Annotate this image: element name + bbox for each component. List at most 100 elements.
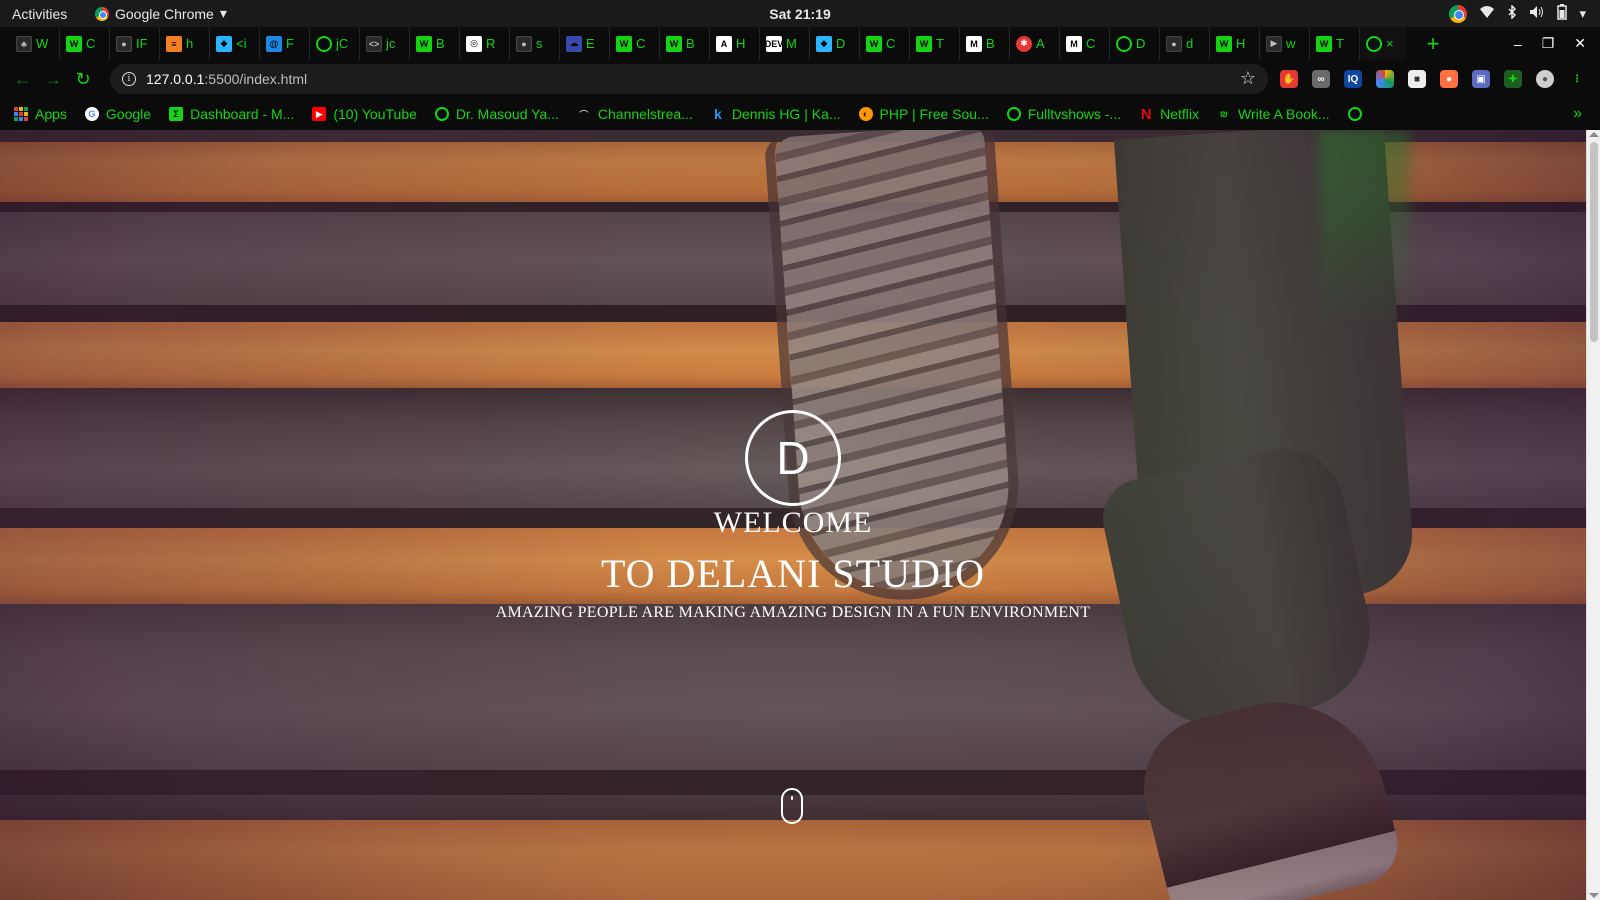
bookmark-apps[interactable]: Apps <box>14 106 67 122</box>
url-host: 127.0.0.1 <box>146 71 205 87</box>
tab-21[interactable]: MC <box>1060 27 1110 60</box>
bookmark-masoud[interactable]: Dr. Masoud Ya... <box>434 106 559 122</box>
tab-11[interactable]: ☁ E <box>560 27 610 60</box>
ring-icon <box>1006 107 1021 121</box>
dev-badge-icon: W <box>616 35 632 52</box>
activities-button[interactable]: Activities <box>0 6 95 22</box>
scroll-up-arrow-icon[interactable] <box>1589 132 1599 137</box>
tab-8[interactable]: WB <box>410 27 460 60</box>
bookmark-write-a-book[interactable]: ₪ Write A Book... <box>1217 106 1330 122</box>
tab-17[interactable]: WC <box>860 27 910 60</box>
tab-title: C <box>1086 36 1096 51</box>
tab-title: B <box>686 36 695 51</box>
book-icon: ₪ <box>1220 109 1228 119</box>
tab-1[interactable]: WC <box>60 27 110 60</box>
cube-extension-icon[interactable]: ■ <box>1408 70 1426 88</box>
leaf-icon: ♣ <box>16 35 32 52</box>
ring-icon <box>1366 35 1382 52</box>
close-tab-icon[interactable]: × <box>1386 36 1394 51</box>
avatar[interactable]: ● <box>1536 70 1554 88</box>
bookmark-netflix[interactable]: N Netflix <box>1139 106 1199 123</box>
tab-title: d <box>1186 36 1194 51</box>
system-menu-chevron-icon[interactable]: ▾ <box>1579 6 1586 22</box>
chrome-indicator-icon[interactable] <box>1449 4 1468 23</box>
iq-extension-icon[interactable]: IQ <box>1344 70 1362 88</box>
tab-24[interactable]: WH <box>1210 27 1260 60</box>
chevron-down-icon: ▾ <box>219 5 227 21</box>
ring-icon <box>1116 35 1132 52</box>
tab-5[interactable]: @ F <box>260 27 310 60</box>
scroll-down-mouse-icon[interactable] <box>781 788 803 824</box>
puzzle-extensions-icon[interactable]: ✚ <box>1504 70 1522 88</box>
address-bar[interactable]: i 127.0.0.1:5500/index.html ☆ <box>110 64 1268 94</box>
back-arrow-icon[interactable]: ← <box>8 69 38 90</box>
tab-23[interactable]: ● d <box>1160 27 1210 60</box>
studio-logo[interactable]: D <box>745 410 841 506</box>
adblock-extension-icon[interactable]: ✋ <box>1280 70 1298 88</box>
tab-0[interactable]: ♣ W <box>10 27 60 60</box>
tab-title: <i <box>236 36 247 51</box>
tab-10[interactable]: ● s <box>510 27 560 60</box>
tab-14[interactable]: AH <box>710 27 760 60</box>
bookmark-label: Fulltvshows -... <box>1027 106 1122 122</box>
page-scrollbar[interactable] <box>1586 130 1600 900</box>
system-clock[interactable]: Sat 21:19 <box>769 6 830 22</box>
minimize-icon[interactable]: – <box>1514 36 1522 52</box>
tab-20[interactable]: ✱ A <box>1010 27 1060 60</box>
bookmark-dennis[interactable]: k Dennis HG | Ka... <box>711 106 841 122</box>
tab-26[interactable]: WT <box>1310 27 1360 60</box>
bluetooth-icon[interactable] <box>1507 4 1517 22</box>
volume-icon[interactable] <box>1529 5 1545 22</box>
tab-active[interactable]: × <box>1360 27 1406 60</box>
bookmarks-overflow-button[interactable]: » <box>1573 105 1582 123</box>
medium-icon: M <box>966 35 982 52</box>
k-icon: k <box>713 106 722 122</box>
bookmark-dashboard[interactable]: Σ Dashboard - M... <box>169 106 294 122</box>
mirror-extension-icon[interactable]: ∞ <box>1312 70 1330 88</box>
pepper-extension-icon[interactable]: ● <box>1440 70 1458 88</box>
bookmark-extra[interactable] <box>1347 107 1362 121</box>
tab-7[interactable]: <> jc <box>360 27 410 60</box>
scroll-down-arrow-icon[interactable] <box>1589 893 1599 898</box>
tab-13[interactable]: WB <box>660 27 710 60</box>
tab-title: IF <box>136 36 148 51</box>
bookmark-youtube[interactable]: ▶ (10) YouTube <box>312 106 417 122</box>
tab-2[interactable]: ● IF <box>110 27 160 60</box>
kebab-menu-icon[interactable]: ⋮ <box>1568 70 1586 88</box>
bookmark-google[interactable]: G Google <box>84 106 151 122</box>
color-picker-extension-icon[interactable] <box>1376 70 1394 88</box>
tab-6[interactable]: jC <box>310 27 360 60</box>
tab-16[interactable]: ◆ D <box>810 27 860 60</box>
dev-badge-icon: W <box>666 35 682 52</box>
tab-18[interactable]: WT <box>910 27 960 60</box>
tab-title: A <box>1036 36 1045 51</box>
tab-title: C <box>886 36 896 51</box>
bookmark-star-icon[interactable]: ☆ <box>1240 68 1256 89</box>
video-extension-icon[interactable]: ▣ <box>1472 70 1490 88</box>
reload-icon[interactable]: ↻ <box>68 69 98 90</box>
new-tab-button[interactable]: + <box>1418 31 1448 57</box>
tab-3[interactable]: ≡ h <box>160 27 210 60</box>
close-window-icon[interactable]: ✕ <box>1574 35 1586 52</box>
tab-4[interactable]: ◆ <i <box>210 27 260 60</box>
chrome-icon <box>95 6 109 21</box>
system-tray[interactable]: ▾ <box>1449 0 1586 27</box>
tab-25[interactable]: ▶ w <box>1260 27 1310 60</box>
restore-icon[interactable]: ❐ <box>1542 35 1555 52</box>
bookmark-channelstream[interactable]: ⌒ Channelstrea... <box>577 106 692 122</box>
bookmark-fulltvshows[interactable]: Fulltvshows -... <box>1006 106 1122 122</box>
wifi-icon[interactable] <box>1479 5 1495 22</box>
tab-22[interactable]: D <box>1110 27 1160 60</box>
info-icon[interactable]: i <box>122 72 136 86</box>
tab-19[interactable]: MB <box>960 27 1010 60</box>
tab-15[interactable]: DEV M <box>760 27 810 60</box>
tab-12[interactable]: WC <box>610 27 660 60</box>
forward-arrow-icon[interactable]: → <box>38 69 68 90</box>
bookmark-php[interactable]: ◐ PHP | Free Sou... <box>858 106 989 122</box>
bookmark-label: (10) YouTube <box>333 106 417 122</box>
scrollbar-thumb[interactable] <box>1590 142 1598 342</box>
app-menu-label: Google Chrome <box>115 5 214 22</box>
tab-9[interactable]: ◎ R <box>460 27 510 60</box>
app-menu[interactable]: Google Chrome ▾ <box>95 5 227 22</box>
battery-icon[interactable] <box>1557 4 1568 23</box>
